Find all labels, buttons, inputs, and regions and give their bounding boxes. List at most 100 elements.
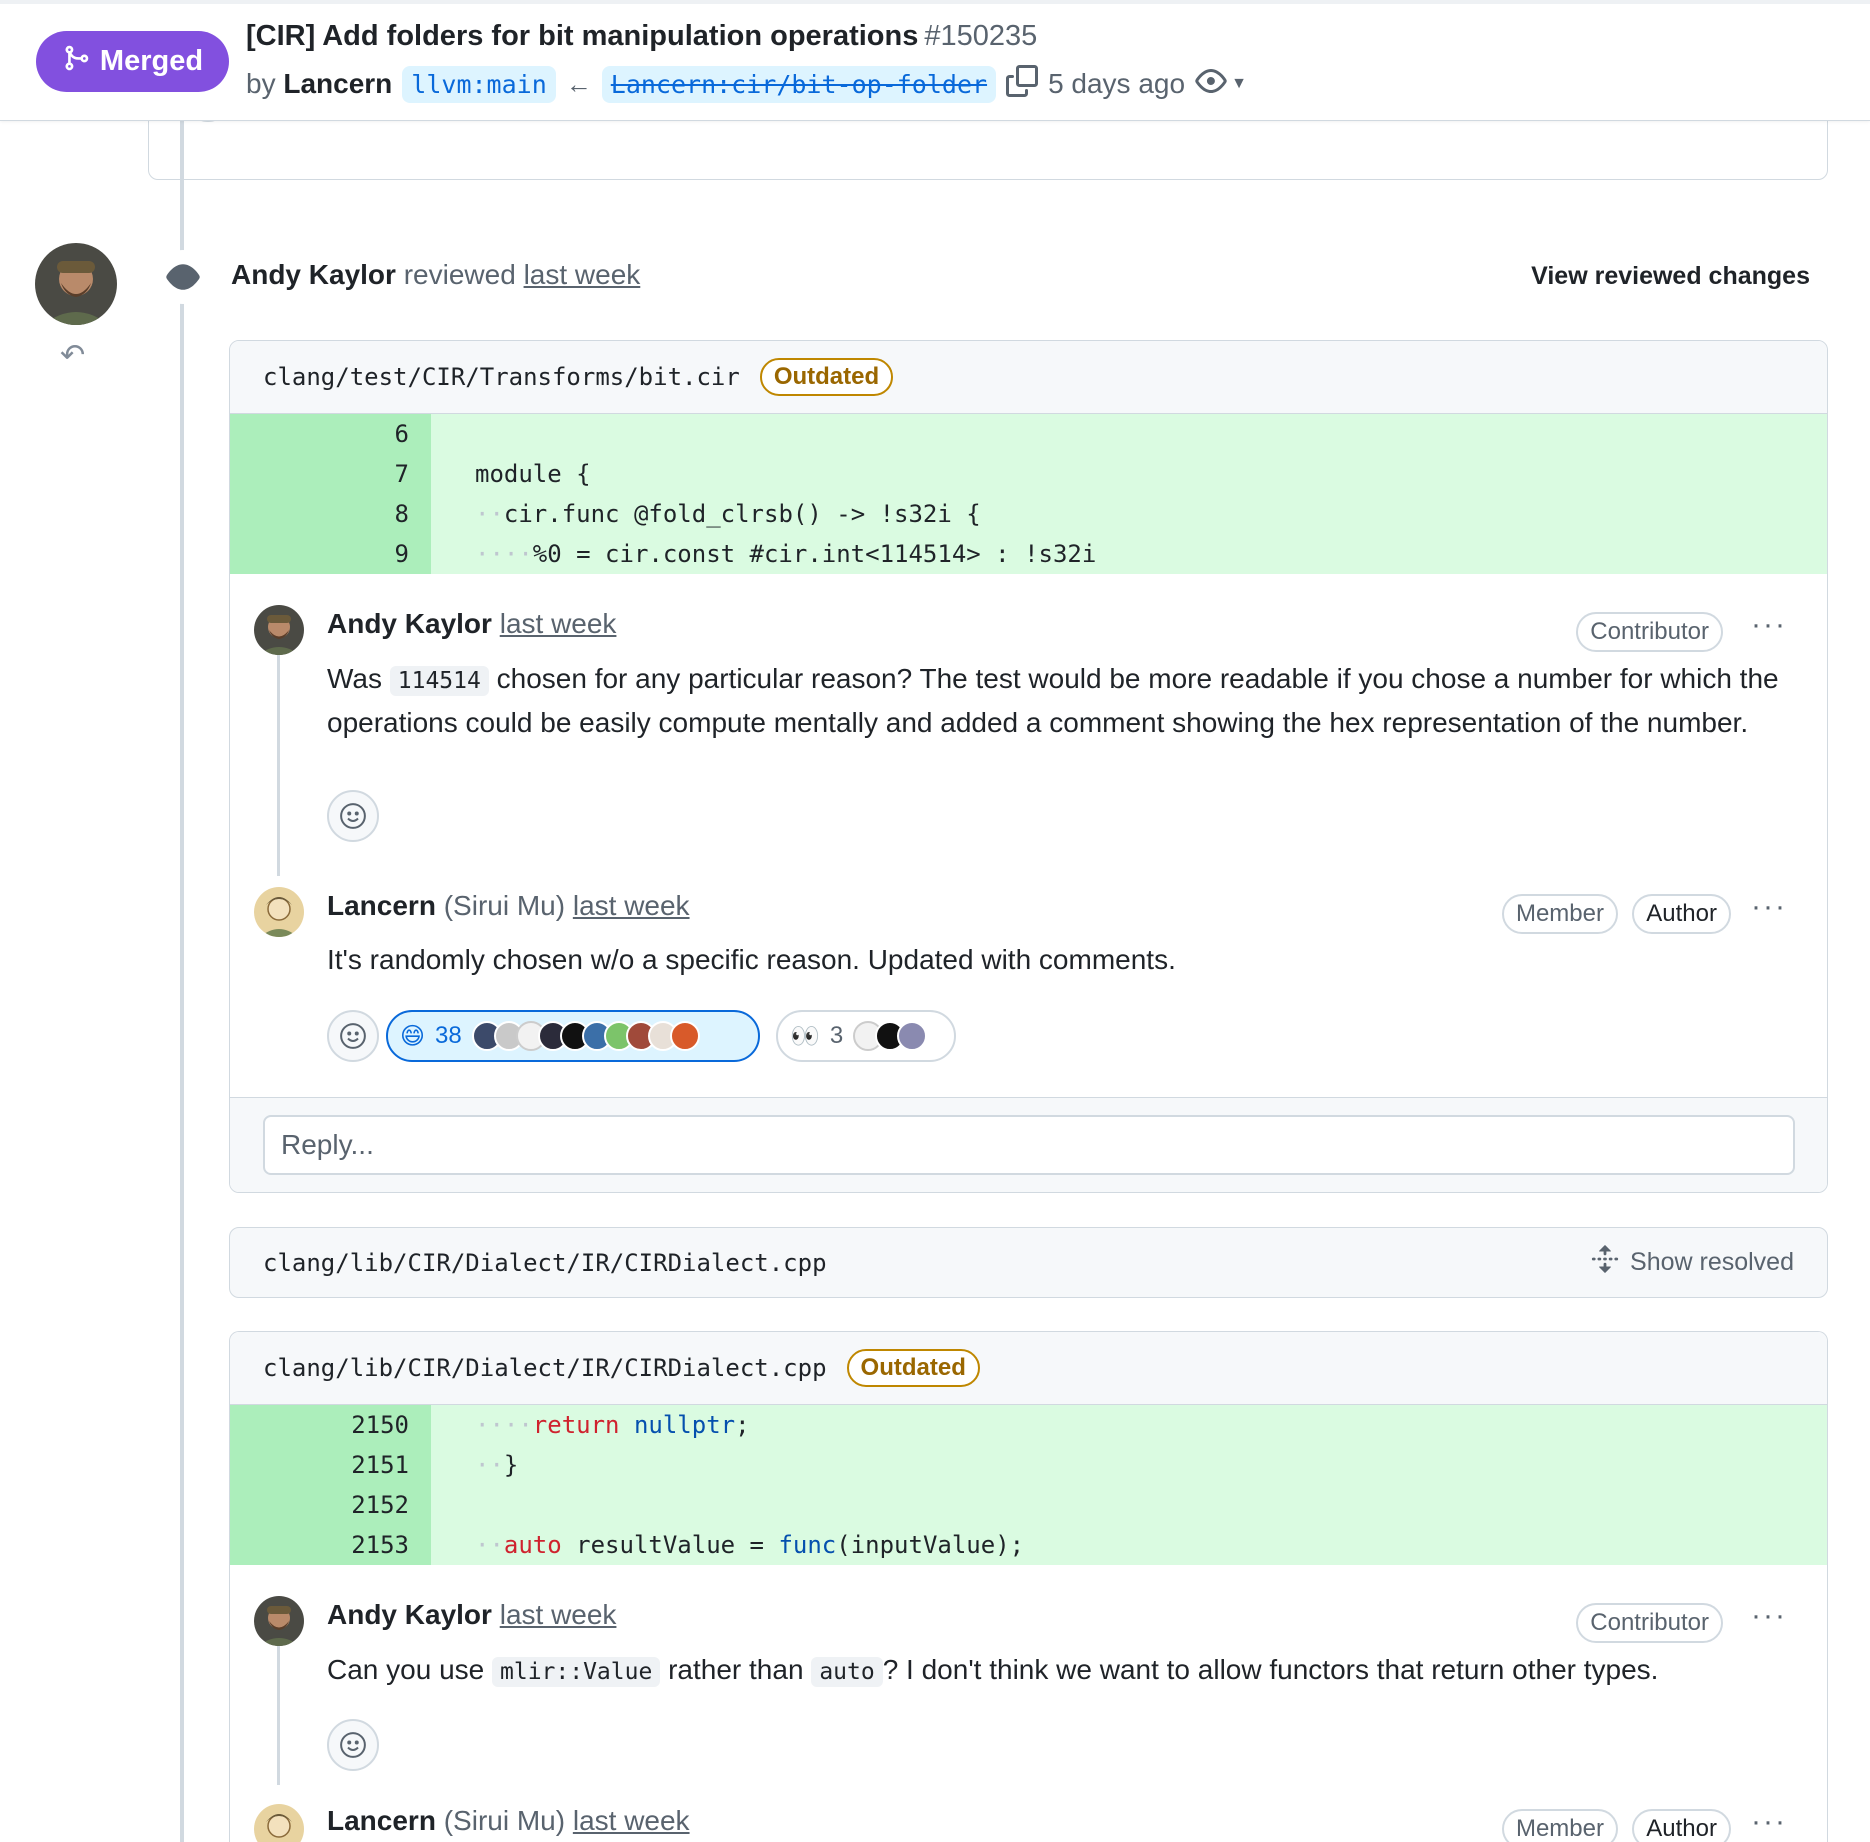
avatar — [669, 1021, 700, 1051]
laugh-emoji-icon: 😄 — [400, 1022, 426, 1050]
diff-line: 2153 ··auto resultValue = func(inputValu… — [230, 1525, 1827, 1565]
pr-title-text: [CIR] Add folders for bit manipulation o… — [246, 20, 919, 52]
contributor-label: Contributor — [1576, 612, 1723, 652]
head-branch[interactable]: Lancern:cir/bit-op-folder — [601, 65, 997, 103]
base-branch[interactable]: llvm:main — [402, 65, 556, 103]
eye-icon[interactable] — [1195, 65, 1227, 104]
comment-time-link[interactable]: last week — [500, 1599, 617, 1630]
diff-snippet: 2150 ····return nullptr; 2151 ··} 2152 2… — [230, 1405, 1827, 1565]
line-number[interactable]: 6 — [230, 414, 431, 454]
comment-author[interactable]: Andy Kaylor — [327, 1599, 492, 1630]
line-number[interactable]: 7 — [230, 454, 431, 494]
comment-time-link[interactable]: last week — [573, 890, 690, 921]
pr-meta: by Lancern llvm:main ← Lancern:cir/bit-o… — [246, 62, 1247, 106]
code-line: ··auto resultValue = func(inputValue); — [431, 1525, 1827, 1565]
code-text: (inputValue); — [836, 1531, 1025, 1559]
comment-text: chosen for any particular reason? The te… — [327, 663, 1779, 738]
avatar[interactable] — [35, 243, 117, 325]
outdated-badge: Outdated — [846, 1349, 980, 1387]
line-number[interactable]: 2152 — [230, 1485, 431, 1525]
file-path[interactable]: clang/lib/CIR/Dialect/IR/CIRDialect.cpp — [263, 1354, 827, 1382]
indent-dots: ···· — [475, 540, 533, 568]
pr-by-word: by — [246, 68, 276, 99]
reaction-count: 3 — [829, 1022, 844, 1049]
header-top-border — [0, 0, 1870, 4]
kebab-icon[interactable]: ··· — [1751, 608, 1787, 642]
comment-author-fullname: (Sirui Mu) — [443, 890, 566, 921]
file-header: clang/test/CIR/Transforms/bit.cir Outdat… — [230, 341, 1827, 414]
reactor-facepile — [471, 1021, 700, 1051]
file-header: clang/lib/CIR/Dialect/IR/CIRDialect.cpp … — [230, 1332, 1827, 1405]
comment-author[interactable]: Lancern — [327, 1805, 436, 1836]
show-resolved-label: Show resolved — [1630, 1248, 1794, 1276]
review-event-line: Andy Kaylor reviewed last week — [231, 259, 640, 291]
avatar[interactable] — [254, 605, 304, 655]
review-thread: Andy Kaylor last week Contributor ··· Ca… — [230, 1565, 1827, 1842]
chevron-down-icon[interactable]: ▼ — [1231, 75, 1247, 93]
reaction-laugh-button[interactable]: 😄 38 — [386, 1010, 760, 1062]
inline-code: mlir::Value — [492, 1657, 661, 1687]
avatar[interactable] — [254, 887, 304, 937]
reaction-count: 38 — [435, 1022, 462, 1049]
diff-line: 8 ··cir.func @fold_clrsb() -> !s32i { — [230, 494, 1827, 534]
avatar[interactable] — [254, 1804, 304, 1842]
copy-icon[interactable] — [1006, 64, 1039, 104]
kebab-icon[interactable]: ··· — [1751, 890, 1787, 924]
diff-line: 2150 ····return nullptr; — [230, 1405, 1827, 1445]
pr-time: 5 days ago — [1048, 68, 1186, 99]
add-reaction-button[interactable] — [327, 790, 379, 842]
add-reaction-button[interactable] — [327, 1010, 379, 1062]
file-path[interactable]: clang/test/CIR/Transforms/bit.cir — [263, 363, 740, 391]
comment-time-link[interactable]: last week — [500, 608, 617, 639]
code-line: ··} — [431, 1445, 1827, 1485]
line-number[interactable]: 2150 — [230, 1405, 431, 1445]
comment-header: Lancern (Sirui Mu) last week — [327, 890, 690, 922]
show-resolved-button[interactable]: Show resolved — [1590, 1244, 1794, 1281]
comment-text: Was — [327, 663, 390, 694]
pr-author-link[interactable]: Lancern — [283, 68, 392, 99]
diff-line: 2152 — [230, 1485, 1827, 1525]
view-reviewed-changes-button[interactable]: View reviewed changes — [1531, 262, 1810, 291]
kebab-icon[interactable]: ··· — [1751, 1599, 1787, 1633]
pr-sticky-header: Merged [CIR] Add folders for bit manipul… — [0, 0, 1870, 121]
reply-input[interactable] — [263, 1115, 1795, 1175]
eye-icon — [156, 250, 210, 304]
indent-dots: ···· — [475, 1411, 533, 1439]
arrow-left-icon: ← — [565, 68, 592, 99]
code-keyword: return — [532, 1411, 620, 1439]
inline-code: 114514 — [389, 666, 489, 696]
code-line: ··cir.func @fold_clrsb() -> !s32i { — [431, 494, 1827, 534]
avatar[interactable] — [254, 1596, 304, 1646]
line-number[interactable]: 8 — [230, 494, 431, 534]
comment-time-link[interactable]: last week — [573, 1805, 690, 1836]
thread-line — [277, 644, 280, 876]
comment-body: Was 114514 chosen for any particular rea… — [327, 658, 1787, 744]
reaction-eyes-button[interactable]: 👀 3 — [776, 1010, 956, 1062]
unfold-icon — [1590, 1244, 1620, 1281]
line-number[interactable]: 2153 — [230, 1525, 431, 1565]
review-time-link[interactable]: last week — [524, 259, 641, 290]
diff-line: 9 ····%0 = cir.const #cir.int<114514> : … — [230, 534, 1827, 574]
line-number[interactable]: 9 — [230, 534, 431, 574]
review-file-card: clang/lib/CIR/Dialect/IR/CIRDialect.cpp … — [229, 1331, 1828, 1842]
comment-text: rather than — [660, 1654, 812, 1685]
member-label: Member — [1501, 1809, 1618, 1842]
comment-author[interactable]: Lancern — [327, 890, 436, 921]
comment-author[interactable]: Andy Kaylor — [327, 608, 492, 639]
diff-line: 2151 ··} — [230, 1445, 1827, 1485]
code-line — [431, 414, 1827, 454]
avatar — [897, 1021, 928, 1051]
file-path[interactable]: clang/lib/CIR/Dialect/IR/CIRDialect.cpp — [263, 1249, 827, 1277]
author-label: Author — [1632, 894, 1731, 934]
kebab-icon[interactable]: ··· — [1751, 1805, 1787, 1839]
comment-author-fullname: (Sirui Mu) — [443, 1805, 566, 1836]
comment-header: Andy Kaylor last week — [327, 608, 616, 640]
comment-text: Can you use — [327, 1654, 492, 1685]
eyes-emoji-icon: 👀 — [790, 1022, 820, 1050]
reactor-facepile — [853, 1021, 928, 1051]
indent-dots: ·· — [475, 500, 504, 528]
code-text: resultValue = — [561, 1531, 779, 1559]
add-reaction-button[interactable] — [327, 1719, 379, 1771]
line-number[interactable]: 2151 — [230, 1445, 431, 1485]
reviewer-name[interactable]: Andy Kaylor — [231, 259, 396, 290]
